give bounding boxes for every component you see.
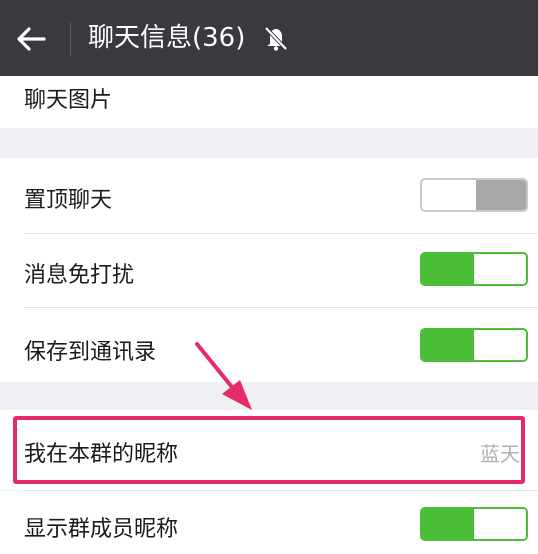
mute-notifications-row: 消息免打扰	[0, 234, 538, 308]
back-arrow-icon[interactable]	[14, 22, 48, 56]
title-bar: 聊天信息(36)	[0, 0, 538, 76]
pin-chat-toggle[interactable]	[420, 178, 528, 212]
chat-images-row[interactable]: 聊天图片	[0, 76, 538, 128]
mute-notifications-toggle[interactable]	[420, 252, 528, 286]
pin-chat-row: 置顶聊天	[0, 158, 538, 234]
show-member-nicknames-row: 显示群成员昵称	[0, 491, 538, 554]
highlight-box	[13, 416, 525, 484]
header-divider	[70, 22, 71, 56]
save-to-contacts-toggle[interactable]	[420, 328, 528, 362]
mute-notifications-label: 消息免打扰	[24, 263, 135, 288]
show-member-nicknames-toggle[interactable]	[420, 507, 528, 541]
save-to-contacts-row: 保存到通讯录	[0, 308, 538, 382]
pin-chat-label: 置顶聊天	[24, 188, 113, 213]
show-member-nicknames-label: 显示群成员昵称	[24, 517, 179, 542]
bell-muted-icon	[264, 26, 288, 51]
save-to-contacts-label: 保存到通讯录	[24, 340, 157, 365]
page-title: 聊天信息(36)	[88, 23, 246, 53]
chat-images-label: 聊天图片	[24, 88, 113, 113]
